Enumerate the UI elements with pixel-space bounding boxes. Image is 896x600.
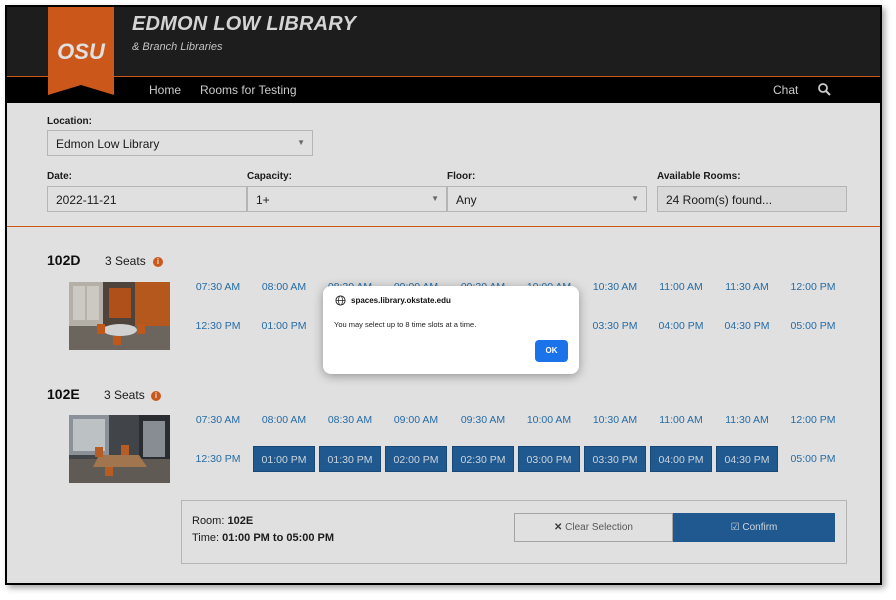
time-slot[interactable]: 10:30 AM <box>584 274 646 300</box>
site-title[interactable]: EDMON LOW LIBRARY <box>132 13 356 36</box>
filter-panel: Location: Edmon Low Library ▼ Date: 2022… <box>7 103 880 227</box>
site-subtitle: & Branch Libraries <box>132 41 223 53</box>
date-input[interactable]: 2022-11-21 <box>47 186 247 212</box>
room-photo-102e <box>69 415 170 483</box>
confirm-button[interactable]: ☑ Confirm <box>673 513 835 542</box>
calendar-check-icon: ☑ <box>730 522 740 533</box>
chevron-down-icon: ▼ <box>297 138 305 147</box>
nav-chat[interactable]: Chat <box>773 83 798 97</box>
time-slot[interactable]: 01:00 PM <box>253 446 315 472</box>
dialog-origin: spaces.library.okstate.edu <box>351 296 451 305</box>
nav-home[interactable]: Home <box>149 83 181 97</box>
time-slot[interactable]: 04:00 PM <box>650 313 712 339</box>
search-icon[interactable] <box>817 82 831 96</box>
time-slot[interactable]: 08:00 AM <box>253 407 315 433</box>
location-select[interactable]: Edmon Low Library ▼ <box>47 130 313 156</box>
time-slot[interactable]: 10:00 AM <box>518 407 580 433</box>
time-slot[interactable]: 01:00 PM <box>253 313 315 339</box>
booking-summary: Room: 102E Time: 01:00 PM to 05:00 PM ✕ … <box>181 500 847 564</box>
capacity-value: 1+ <box>256 193 270 207</box>
time-slot[interactable]: 05:00 PM <box>782 313 844 339</box>
info-icon[interactable]: i <box>153 257 163 267</box>
time-slot[interactable]: 05:00 PM <box>782 446 844 472</box>
location-value: Edmon Low Library <box>56 137 160 151</box>
time-slot[interactable]: 11:00 AM <box>650 274 712 300</box>
time-slot[interactable]: 12:00 PM <box>782 407 844 433</box>
room-photo-102d <box>69 282 170 350</box>
room-seats-102e: 3 Seats <box>104 388 145 402</box>
time-slot[interactable]: 11:00 AM <box>650 407 712 433</box>
time-slot[interactable]: 02:30 PM <box>452 446 514 472</box>
time-slot[interactable]: 02:00 PM <box>385 446 447 472</box>
time-slot[interactable]: 03:30 PM <box>584 446 646 472</box>
time-slot[interactable]: 04:00 PM <box>650 446 712 472</box>
time-slot[interactable]: 03:00 PM <box>518 446 580 472</box>
floor-label: Floor: <box>447 171 476 182</box>
time-slot[interactable]: 10:30 AM <box>584 407 646 433</box>
date-value: 2022-11-21 <box>56 193 117 207</box>
available-rooms-value: 24 Room(s) found... <box>666 193 773 207</box>
time-slot[interactable]: 09:30 AM <box>452 407 514 433</box>
room-name-102e: 102E <box>47 386 80 402</box>
time-slot[interactable]: 12:30 PM <box>187 446 249 472</box>
main-nav: Home Rooms for Testing Chat <box>7 77 880 103</box>
confirm-label: Confirm <box>742 522 778 533</box>
time-slot[interactable]: 01:30 PM <box>319 446 381 472</box>
location-label: Location: <box>47 116 92 127</box>
time-slot[interactable]: 04:30 PM <box>716 446 778 472</box>
time-slot[interactable]: 08:00 AM <box>253 274 315 300</box>
time-slot[interactable]: 03:30 PM <box>584 313 646 339</box>
summary-room: Room: 102E <box>192 515 253 527</box>
chevron-down-icon: ▼ <box>431 194 439 203</box>
room-seats-102d: 3 Seats <box>105 254 146 268</box>
logo-text: OSU <box>57 39 106 64</box>
time-slot[interactable]: 12:30 PM <box>187 313 249 339</box>
browser-viewport: OSU EDMON LOW LIBRARY & Branch Libraries… <box>5 5 882 585</box>
floor-select[interactable]: Any ▼ <box>447 186 647 212</box>
clear-selection-button[interactable]: ✕ Clear Selection <box>514 513 673 542</box>
room-name-102d: 102D <box>47 252 81 268</box>
date-label: Date: <box>47 171 73 182</box>
osu-logo[interactable]: OSU <box>48 7 114 95</box>
time-slot[interactable]: 04:30 PM <box>716 313 778 339</box>
capacity-label: Capacity: <box>247 171 293 182</box>
globe-icon <box>335 295 346 306</box>
time-slot[interactable]: 07:30 AM <box>187 407 249 433</box>
time-slot[interactable]: 12:00 PM <box>782 274 844 300</box>
time-slot[interactable]: 11:30 AM <box>716 407 778 433</box>
site-header: OSU EDMON LOW LIBRARY & Branch Libraries <box>7 7 880 95</box>
alert-dialog: spaces.library.okstate.edu You may selec… <box>323 286 579 374</box>
info-icon[interactable]: i <box>151 391 161 401</box>
time-slot[interactable]: 07:30 AM <box>187 274 249 300</box>
chevron-down-icon: ▼ <box>631 194 639 203</box>
close-icon: ✕ <box>554 522 563 533</box>
available-rooms-label: Available Rooms: <box>657 171 741 182</box>
clear-selection-label: Clear Selection <box>565 522 633 533</box>
dialog-message: You may select up to 8 time slots at a t… <box>334 320 477 329</box>
available-rooms-field: 24 Room(s) found... <box>657 186 847 212</box>
time-slot[interactable]: 09:00 AM <box>385 407 447 433</box>
floor-value: Any <box>456 193 477 207</box>
time-slot[interactable]: 11:30 AM <box>716 274 778 300</box>
summary-room-label: Room: <box>192 515 225 527</box>
summary-time: Time: 01:00 PM to 05:00 PM <box>192 532 334 544</box>
capacity-select[interactable]: 1+ ▼ <box>247 186 447 212</box>
summary-time-value: 01:00 PM to 05:00 PM <box>222 532 335 544</box>
summary-room-value: 102E <box>227 515 254 527</box>
ok-button[interactable]: OK <box>535 340 568 362</box>
nav-rooms-for-testing[interactable]: Rooms for Testing <box>200 83 297 97</box>
summary-time-label: Time: <box>192 532 220 544</box>
time-slot[interactable]: 08:30 AM <box>319 407 381 433</box>
